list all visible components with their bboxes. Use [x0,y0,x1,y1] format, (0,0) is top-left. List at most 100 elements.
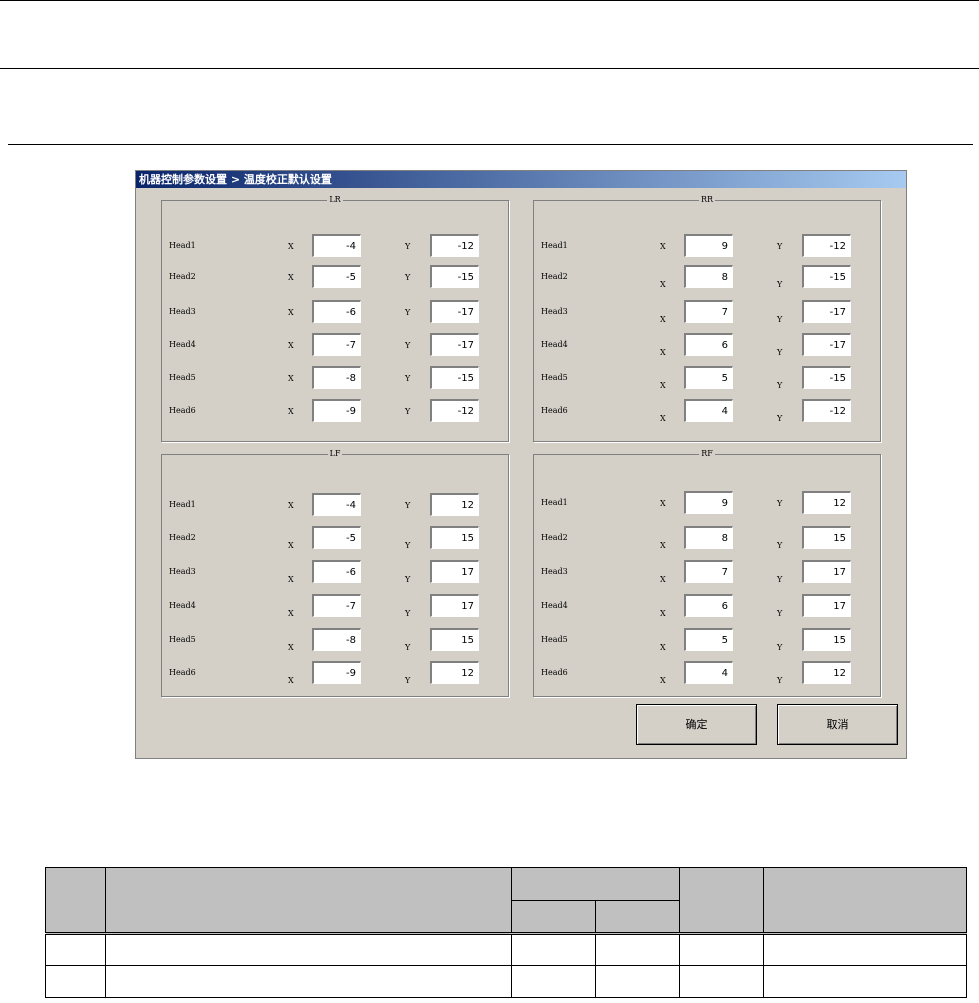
lr-head3-y-input[interactable]: -17 [430,300,479,323]
rr-head1-y-input[interactable]: -12 [802,234,851,257]
lr-head3-y-label: Y [405,308,411,317]
rf-head2-y-label: Y [777,541,783,550]
rf-head6-x-input[interactable]: 4 [684,661,733,684]
lr-head2-x-input[interactable]: -5 [312,265,361,288]
table-cell[interactable] [595,965,680,998]
rf-head4-y-input[interactable]: 17 [802,594,851,617]
rr-head2-x-input[interactable]: 8 [684,265,733,288]
table-cell[interactable] [511,933,596,966]
table-header-cell [511,867,680,901]
table-cell[interactable] [679,965,764,998]
lf-head6-x-label: X [288,676,294,685]
lr-head1-y-input[interactable]: -12 [430,234,479,257]
rf-head2-x-label: X [660,541,666,550]
lr-head3-x-input[interactable]: -6 [312,300,361,323]
rr-head1-x-input[interactable]: 9 [684,234,733,257]
lr-head4-y-input[interactable]: -17 [430,333,479,356]
table-cell[interactable] [595,933,680,966]
rr-head3-label: Head3 [541,307,568,316]
lr-head2-y-input[interactable]: -15 [430,265,479,288]
rr-head3-x-label: X [660,315,666,324]
table-header-cell [511,900,596,934]
lf-head4-label: Head4 [169,601,196,610]
rf-head4-x-input[interactable]: 6 [684,594,733,617]
lf-head6-x-input[interactable]: -9 [312,661,361,684]
table-header-row [45,867,967,934]
lf-head4-x-input[interactable]: -7 [312,594,361,617]
rf-head1-y-input[interactable]: 12 [802,491,851,514]
lf-head2-x-input[interactable]: -5 [312,526,361,549]
rf-head3-x-input[interactable]: 7 [684,560,733,583]
lr-head3-x-label: X [288,308,294,317]
rf-head5-x-input[interactable]: 5 [684,628,733,651]
rr-head4-y-input[interactable]: -17 [802,333,851,356]
ok-button[interactable]: 确定 [636,704,757,745]
lf-head3-x-input[interactable]: -6 [312,560,361,583]
rr-head4-y-label: Y [777,348,783,357]
lf-head1-y-input[interactable]: 12 [430,493,479,516]
lr-head1-x-input[interactable]: -4 [312,234,361,257]
parameter-table [45,867,967,998]
rf-head1-y-label: Y [777,499,783,508]
lr-head6-y-label: Y [405,407,411,416]
rf-head3-x-label: X [660,575,666,584]
lf-head1-y-label: Y [405,501,411,510]
rf-head4-y-label: Y [777,609,783,618]
lr-head4-x-input[interactable]: -7 [312,333,361,356]
rr-head1-y-label: Y [777,242,783,251]
lf-head2-label: Head2 [169,533,196,542]
rr-head3-x-input[interactable]: 7 [684,300,733,323]
rr-head2-y-input[interactable]: -15 [802,265,851,288]
rr-head4-x-input[interactable]: 6 [684,333,733,356]
rr-head5-x-label: X [660,381,666,390]
lr-head5-y-input[interactable]: -15 [430,366,479,389]
table-cell[interactable] [45,965,106,998]
rf-head2-y-input[interactable]: 15 [802,526,851,549]
rr-head3-y-label: Y [777,315,783,324]
table-header-cell [763,867,967,934]
rf-head6-y-input[interactable]: 12 [802,661,851,684]
lr-head6-x-input[interactable]: -9 [312,399,361,422]
rf-head5-y-input[interactable]: 15 [802,628,851,651]
table-cell[interactable] [45,933,106,966]
lr-head6-y-input[interactable]: -12 [430,399,479,422]
rr-head6-y-label: Y [777,414,783,423]
table-cell[interactable] [511,965,596,998]
lr-head2-label: Head2 [169,272,196,281]
lf-head6-label: Head6 [169,668,196,677]
lf-head3-y-input[interactable]: 17 [430,560,479,583]
rf-head4-label: Head4 [541,601,568,610]
lf-head1-x-input[interactable]: -4 [312,493,361,516]
rr-head5-x-input[interactable]: 5 [684,366,733,389]
rr-head6-x-input[interactable]: 4 [684,399,733,422]
group-lr-title: LR [327,195,343,204]
cancel-button[interactable]: 取消 [777,704,898,745]
lf-head2-y-label: Y [405,541,411,550]
rr-head5-y-label: Y [777,381,783,390]
table-cell[interactable] [763,933,967,966]
rr-head5-y-input[interactable]: -15 [802,366,851,389]
lf-head6-y-input[interactable]: 12 [430,661,479,684]
rf-head2-label: Head2 [541,533,568,542]
rr-head3-y-input[interactable]: -17 [802,300,851,323]
lf-head5-y-input[interactable]: 15 [430,628,479,651]
table-cell[interactable] [763,965,967,998]
rf-head2-x-input[interactable]: 8 [684,526,733,549]
table-cell[interactable] [679,933,764,966]
table-row [45,965,967,998]
rr-head6-y-input[interactable]: -12 [802,399,851,422]
lr-head1-label: Head1 [169,241,196,250]
lf-head2-x-label: X [288,541,294,550]
lf-head5-x-input[interactable]: -8 [312,628,361,651]
table-row [45,933,967,966]
rf-head3-y-input[interactable]: 17 [802,560,851,583]
lr-head2-x-label: X [288,273,294,282]
lf-head4-y-input[interactable]: 17 [430,594,479,617]
lf-head2-y-input[interactable]: 15 [430,526,479,549]
table-cell[interactable] [105,965,512,998]
lr-head5-x-input[interactable]: -8 [312,366,361,389]
rf-head5-y-label: Y [777,643,783,652]
rr-head4-label: Head4 [541,340,568,349]
rf-head1-x-input[interactable]: 9 [684,491,733,514]
table-cell[interactable] [105,933,512,966]
